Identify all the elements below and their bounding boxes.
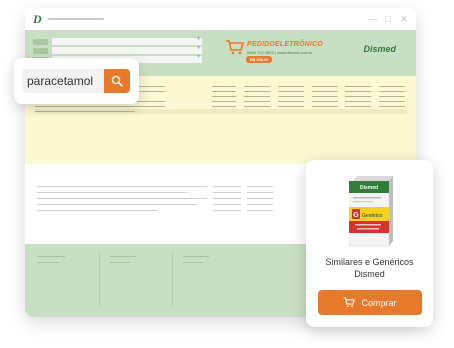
box-brand: Dismed: [360, 185, 378, 191]
select-field[interactable]: [52, 44, 202, 54]
close-icon[interactable]: ✕: [400, 15, 408, 24]
box-label: Genérico: [362, 213, 383, 219]
window-title-placeholder: [47, 18, 104, 20]
list-column: [379, 86, 405, 111]
minimum-order-badge: R$ 200,00: [246, 56, 273, 63]
search-card: paracetamol: [14, 58, 139, 104]
buy-button-label: Comprar: [361, 297, 397, 308]
select-label: [33, 47, 48, 54]
medicine-box-image: Dismed G Genérico: [349, 176, 393, 247]
list-column: [345, 86, 371, 111]
product-name: Similares e Genéricos Dismed: [306, 256, 433, 280]
product-name-line: Dismed: [354, 269, 385, 279]
select-field[interactable]: [52, 35, 202, 45]
search-icon: [111, 75, 123, 87]
cart-icon: [226, 40, 245, 55]
maximize-icon[interactable]: □: [384, 15, 392, 24]
minimize-icon[interactable]: —: [368, 15, 377, 24]
search-button[interactable]: [104, 69, 130, 93]
app-logo: D: [33, 11, 42, 26]
select-label: [33, 38, 48, 45]
product-name-line: Similares e Genéricos: [325, 257, 414, 267]
product-card: Dismed G Genérico Similares e Genéricos …: [306, 160, 433, 327]
search-input[interactable]: paracetamol: [22, 69, 104, 93]
brand-contact: 0800 702 0503 | www.dismed.com.br: [247, 50, 313, 55]
svg-text:G: G: [353, 212, 359, 219]
detail-lines: [213, 186, 241, 216]
list-column: [212, 86, 236, 111]
dismed-logo: Dismed: [363, 44, 396, 54]
cart-icon: [343, 297, 356, 308]
list-column: [278, 86, 304, 111]
list-column: [244, 86, 270, 111]
detail-lines: [37, 186, 207, 216]
detail-lines: [247, 186, 273, 216]
window-controls: — □ ✕: [368, 15, 408, 24]
buy-button[interactable]: Comprar: [318, 290, 422, 315]
title-bar: D — □ ✕: [25, 8, 416, 30]
brand-title: PEDIDOELETRÔNICO: [247, 41, 323, 48]
list-column: [312, 86, 338, 111]
